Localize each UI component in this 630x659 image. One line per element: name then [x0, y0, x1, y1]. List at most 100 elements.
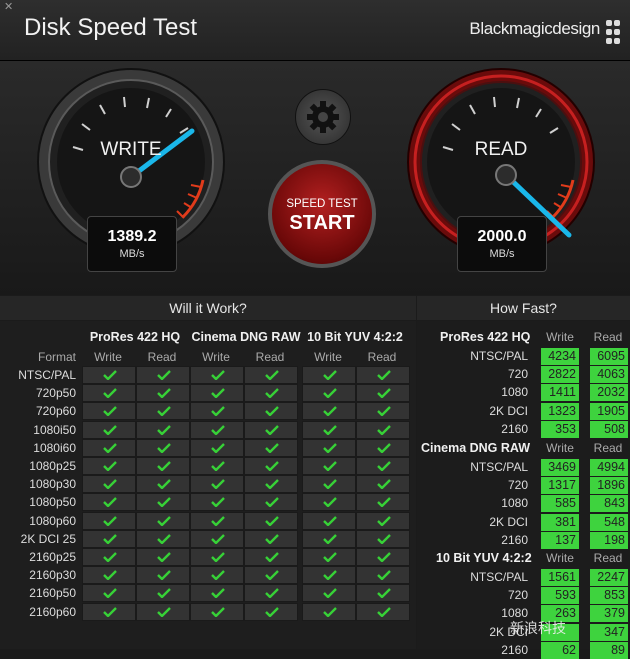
how-fast-read-value: 1905	[590, 402, 628, 420]
how-fast-write-value: 4234	[541, 348, 579, 365]
compat-cell	[302, 584, 356, 603]
checkmark-icon	[377, 552, 391, 562]
checkmark-icon	[323, 370, 337, 380]
how-fast-write-value: 1561	[541, 569, 579, 586]
compat-cell	[356, 438, 410, 457]
how-fast-write-value: 381	[541, 513, 579, 531]
compat-cell	[136, 366, 190, 384]
checkmark-icon	[211, 588, 225, 599]
compat-cell	[302, 602, 356, 621]
checkmark-icon	[211, 388, 225, 399]
checkmark-icon	[211, 442, 225, 453]
compat-cell	[356, 420, 410, 439]
compat-cell	[356, 493, 410, 512]
compat-cell	[244, 584, 298, 603]
checkmark-icon	[265, 370, 279, 380]
compat-cell	[190, 366, 244, 384]
checkmark-icon	[265, 424, 279, 435]
how-fast-read-value: 548	[590, 513, 628, 531]
how-fast-read-value: 89	[590, 641, 628, 659]
close-icon[interactable]: ✕	[4, 0, 13, 13]
how-fast-title: How Fast?	[417, 296, 630, 320]
format-row-label: NTSC/PAL	[18, 368, 76, 382]
how-fast-write-value: 62	[541, 641, 579, 659]
compat-cell	[244, 457, 298, 475]
compat-cell	[356, 566, 410, 585]
read-speed-unit: MB/s	[489, 248, 515, 260]
checkmark-icon	[323, 424, 337, 435]
format-row-label: 2160p25	[29, 550, 76, 564]
compat-cell	[190, 384, 244, 403]
read-gauge: READ 2000.0 MB/s	[406, 67, 596, 272]
how-fast-read-value: 347	[590, 623, 628, 641]
speed-test-start-button[interactable]: SPEED TEST START	[268, 160, 376, 268]
compat-cell	[136, 475, 190, 494]
compat-cell	[244, 529, 298, 548]
will-it-work-title: Will it Work?	[0, 296, 416, 320]
prores-write-header: Write	[94, 350, 122, 364]
compat-cell	[244, 602, 298, 621]
checkmark-icon	[103, 497, 117, 508]
compat-cell	[244, 511, 298, 530]
checkmark-icon	[323, 442, 337, 453]
compat-cell	[302, 511, 356, 530]
title-bar: ✕ Disk Speed Test Blackmagicdesign	[0, 0, 630, 61]
checkmark-icon	[103, 424, 117, 435]
how-fast-read-value: 853	[590, 587, 628, 605]
yuv-read-header: Read	[367, 350, 397, 364]
checkmark-icon	[103, 479, 117, 490]
compat-cell	[356, 402, 410, 421]
cdng-write-header: Write	[202, 350, 230, 364]
compat-cell	[302, 384, 356, 403]
compat-cell	[136, 511, 190, 530]
yuv-write-header: Write	[314, 350, 342, 364]
format-row-label: 2K DCI 25	[20, 531, 76, 546]
compat-cell	[356, 584, 410, 603]
compat-cell	[244, 402, 298, 421]
checkmark-icon	[157, 588, 171, 599]
how-fast-read-value: 2032	[590, 384, 628, 402]
compat-cell	[356, 529, 410, 548]
compat-cell	[136, 529, 190, 548]
compat-cell	[136, 438, 190, 457]
compat-cell	[356, 602, 410, 621]
settings-button[interactable]	[295, 89, 351, 145]
checkmark-icon	[211, 424, 225, 435]
compat-cell	[244, 366, 298, 384]
compat-cell	[82, 475, 136, 494]
checkmark-icon	[377, 388, 391, 399]
compat-cell	[82, 529, 136, 548]
how-fast-write-value: 2822	[541, 366, 579, 384]
checkmark-icon	[157, 406, 171, 417]
compat-cell	[82, 584, 136, 603]
write-gauge: WRITE 1389.2 MB/s	[36, 67, 226, 272]
compat-cell	[136, 457, 190, 475]
checkmark-icon	[265, 606, 279, 617]
compat-cell	[190, 438, 244, 457]
checkmark-icon	[265, 442, 279, 453]
checkmark-icon	[377, 570, 391, 581]
checkmark-icon	[377, 515, 391, 526]
checkmark-icon	[103, 570, 117, 581]
compat-cell	[356, 384, 410, 403]
write-readout: 1389.2 MB/s	[87, 216, 177, 272]
format-row-label: 1080p30	[29, 477, 76, 492]
how-fast-row-label: NTSC/PAL	[470, 570, 528, 584]
checkmark-icon	[211, 406, 225, 417]
compat-cell	[302, 438, 356, 457]
how-fast-row-label: 1080	[501, 496, 528, 511]
group-prores-header: ProRes 422 HQ	[89, 330, 181, 344]
checkmark-icon	[157, 497, 171, 508]
read-speed-value: 2000.0	[477, 228, 527, 245]
format-row-label: 720p60	[35, 404, 76, 419]
watermark-text: 新浪科技	[510, 620, 566, 636]
how-fast-write-value: 3469	[541, 459, 579, 476]
how-fast-row-label: 2160	[501, 421, 528, 436]
checkmark-icon	[157, 515, 171, 526]
checkmark-icon	[323, 606, 337, 617]
compat-cell	[190, 420, 244, 439]
format-row-label: 1080p60	[29, 513, 76, 528]
compat-cell	[82, 493, 136, 512]
checkmark-icon	[157, 388, 171, 399]
compat-cell	[82, 566, 136, 585]
